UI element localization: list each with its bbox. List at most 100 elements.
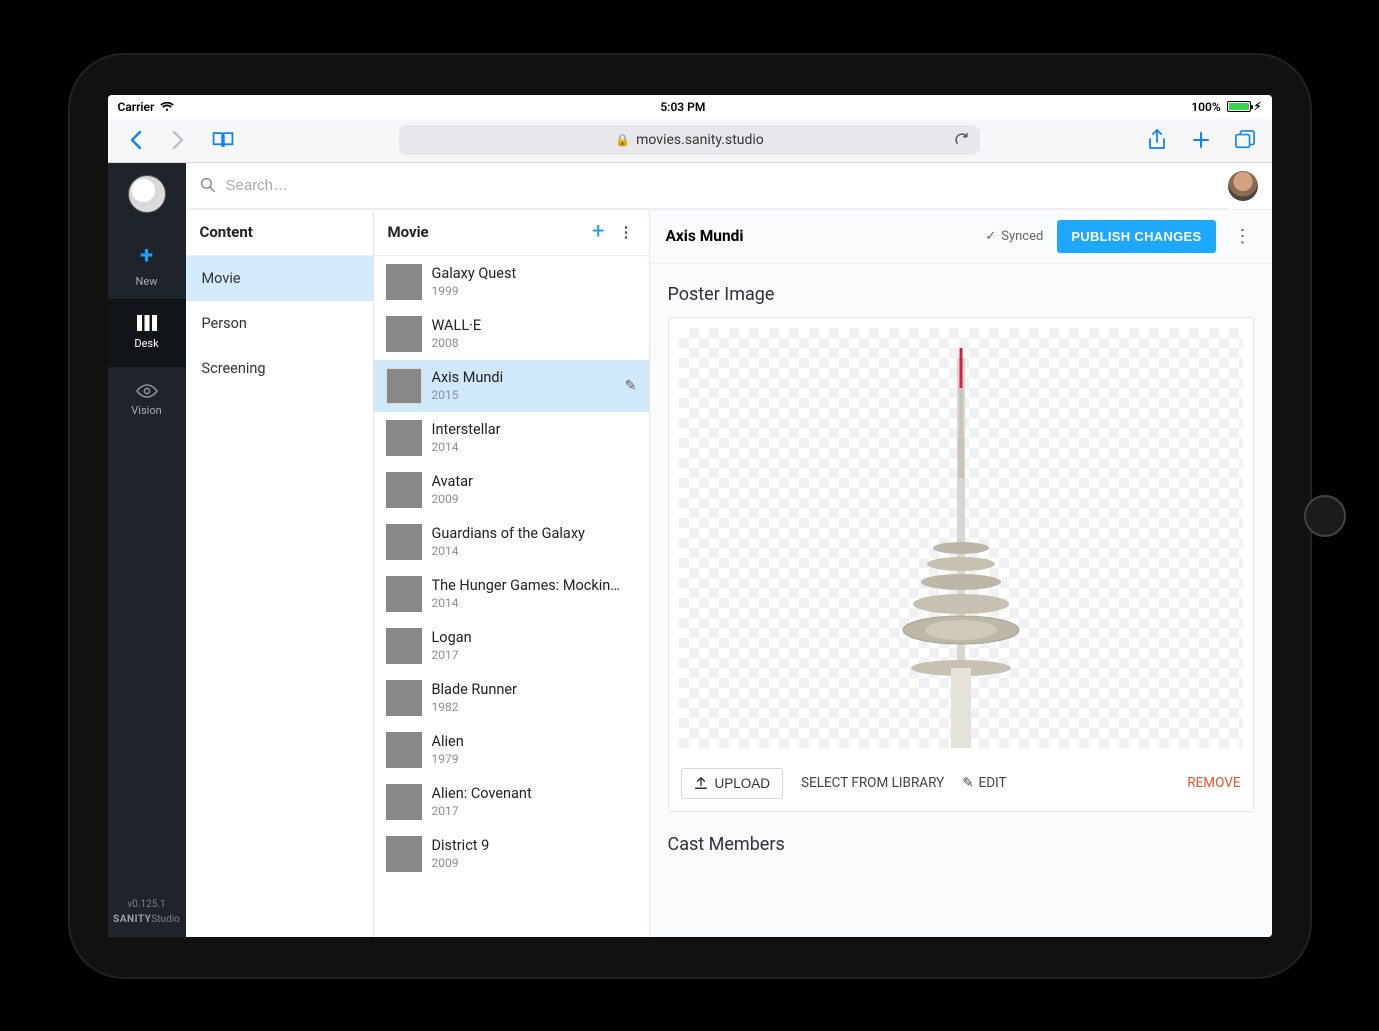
edit-image-button[interactable]: ✎ EDIT bbox=[962, 775, 1006, 791]
rail-vision[interactable]: Vision bbox=[108, 367, 186, 435]
tabs-button[interactable] bbox=[1228, 123, 1262, 157]
movie-title: Avatar bbox=[432, 473, 637, 490]
movie-year: 2014 bbox=[432, 544, 637, 558]
movie-year: 2015 bbox=[432, 388, 637, 402]
url-label: movies.sanity.studio bbox=[636, 132, 764, 148]
content-type-item[interactable]: Person bbox=[186, 301, 373, 346]
rail-label: Vision bbox=[131, 404, 161, 417]
movie-list-item[interactable]: Galaxy Quest 1999 bbox=[374, 256, 649, 308]
rail-label: New bbox=[136, 275, 158, 288]
movie-year: 2017 bbox=[432, 648, 637, 662]
pencil-icon: ✎ bbox=[962, 775, 973, 791]
movie-year: 2014 bbox=[432, 596, 637, 610]
search-icon bbox=[200, 177, 216, 193]
movie-thumb bbox=[386, 316, 422, 352]
movie-thumb bbox=[386, 784, 422, 820]
movie-year: 2009 bbox=[432, 856, 637, 870]
movie-list-item[interactable]: Axis Mundi 2015✎ bbox=[374, 360, 649, 412]
movie-list-item[interactable]: Alien: Covenant 2017 bbox=[374, 776, 649, 828]
content-type-item[interactable]: Movie bbox=[186, 256, 373, 301]
share-button[interactable] bbox=[1140, 123, 1174, 157]
movies-column: Movie + ⋮ Galaxy Quest 1999 WALL·E 2008 Axis… bbox=[374, 210, 650, 937]
carrier-label: Carrier bbox=[118, 100, 155, 114]
movie-title: Axis Mundi bbox=[432, 369, 637, 386]
select-from-library-button[interactable]: SELECT FROM LIBRARY bbox=[801, 775, 944, 791]
movie-list-item[interactable]: Blade Runner 1982 bbox=[374, 672, 649, 724]
pencil-icon: ✎ bbox=[625, 378, 637, 394]
movie-title: WALL·E bbox=[432, 317, 637, 334]
movie-year: 1979 bbox=[432, 752, 637, 766]
movie-list-item[interactable]: WALL·E 2008 bbox=[374, 308, 649, 360]
movie-list-item[interactable]: The Hunger Games: Mockin… 2014 bbox=[374, 568, 649, 620]
poster-preview bbox=[679, 328, 1243, 748]
publish-button[interactable]: PUBLISH CHANGES bbox=[1057, 220, 1215, 253]
brand-strong: SANITY bbox=[113, 914, 151, 925]
synced-label: Synced bbox=[1001, 229, 1043, 244]
movie-thumb bbox=[386, 472, 422, 508]
rail-footer: v0.125.1 SANITYStudio bbox=[113, 897, 180, 937]
content-type-item[interactable]: Screening bbox=[186, 346, 373, 391]
eye-icon bbox=[136, 384, 158, 398]
content-types-column: Content MoviePersonScreening bbox=[186, 210, 374, 937]
column-title: Movie bbox=[388, 223, 429, 241]
movie-thumb bbox=[386, 680, 422, 716]
movie-title: Logan bbox=[432, 629, 637, 646]
movie-list-item[interactable]: Guardians of the Galaxy2014 bbox=[374, 516, 649, 568]
forward-button[interactable] bbox=[162, 123, 196, 157]
movie-year: 1982 bbox=[432, 700, 637, 714]
rail-desk[interactable]: Desk bbox=[108, 299, 186, 367]
upload-label: UPLOAD bbox=[715, 776, 771, 791]
movie-thumb bbox=[386, 420, 422, 456]
movie-year: 2017 bbox=[432, 804, 637, 818]
detail-column: Axis Mundi ✓ Synced PUBLISH CHANGES ⋮ Po… bbox=[650, 210, 1272, 937]
add-movie-button[interactable]: + bbox=[592, 221, 604, 243]
movie-year: 2009 bbox=[432, 492, 637, 506]
movie-year: 2014 bbox=[432, 440, 637, 454]
movie-list-item[interactable]: Alien 1979 bbox=[374, 724, 649, 776]
columns-icon bbox=[137, 315, 157, 331]
user-avatar[interactable] bbox=[1228, 171, 1258, 201]
reload-button[interactable] bbox=[954, 132, 970, 148]
upload-button[interactable]: UPLOAD bbox=[681, 768, 784, 799]
rail-new[interactable]: + New bbox=[108, 231, 186, 299]
movie-list-item[interactable]: Avatar 2009 bbox=[374, 464, 649, 516]
device-home-button[interactable] bbox=[1304, 495, 1346, 537]
movie-thumb bbox=[386, 264, 422, 300]
cast-section-title: Cast Members bbox=[668, 834, 1254, 855]
plus-icon: + bbox=[140, 241, 153, 269]
column-title: Content bbox=[200, 223, 253, 241]
ios-status-bar: Carrier 5:03 PM 100% ⚡︎ bbox=[108, 95, 1272, 119]
movie-title: Alien: Covenant bbox=[432, 785, 637, 802]
rail-label: Desk bbox=[134, 337, 158, 350]
edit-label: EDIT bbox=[979, 775, 1007, 791]
clock: 5:03 PM bbox=[660, 100, 705, 114]
app-logo[interactable] bbox=[128, 175, 166, 213]
movie-thumb bbox=[386, 836, 422, 872]
address-bar[interactable]: 🔒 movies.sanity.studio bbox=[399, 125, 980, 155]
movie-title: Galaxy Quest bbox=[432, 265, 637, 282]
movie-list-item[interactable]: Logan 2017 bbox=[374, 620, 649, 672]
movie-title: The Hunger Games: Mockin… bbox=[432, 577, 637, 594]
movie-thumb bbox=[386, 628, 422, 664]
movie-year: 2008 bbox=[432, 336, 637, 350]
check-icon: ✓ bbox=[985, 229, 996, 244]
movie-thumb bbox=[386, 368, 422, 404]
battery-icon: ⚡︎ bbox=[1227, 100, 1262, 113]
wifi-icon bbox=[160, 102, 174, 112]
movie-title: Alien bbox=[432, 733, 637, 750]
upload-icon bbox=[694, 776, 708, 790]
remove-image-button[interactable]: REMOVE bbox=[1187, 775, 1240, 791]
movie-list-item[interactable]: Interstellar 2014 bbox=[374, 412, 649, 464]
movies-menu-button[interactable]: ⋮ bbox=[619, 223, 635, 241]
battery-percent: 100% bbox=[1191, 100, 1220, 114]
bookmarks-button[interactable] bbox=[206, 123, 240, 157]
movie-title: Blade Runner bbox=[432, 681, 637, 698]
back-button[interactable] bbox=[118, 123, 152, 157]
movie-title: District 9 bbox=[432, 837, 637, 854]
new-tab-button[interactable] bbox=[1184, 123, 1218, 157]
movie-year: 1999 bbox=[432, 284, 637, 298]
movie-title: Interstellar bbox=[432, 421, 637, 438]
detail-menu-button[interactable]: ⋮ bbox=[1230, 226, 1256, 247]
search-input[interactable] bbox=[226, 177, 1214, 194]
movie-list-item[interactable]: District 9 2009 bbox=[374, 828, 649, 880]
